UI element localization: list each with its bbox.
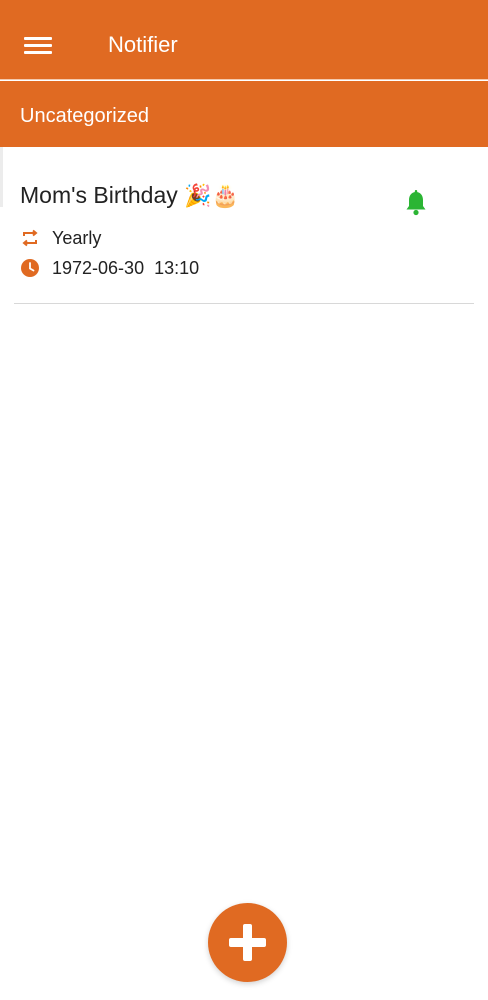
repeat-icon xyxy=(20,228,40,248)
hamburger-menu-icon[interactable] xyxy=(24,33,52,54)
reminder-repeat-text: Yearly xyxy=(52,228,102,248)
reminder-time-row: 1972-06-30 13:10 xyxy=(20,256,199,280)
app-toolbar: Notifier xyxy=(0,0,488,80)
app-screen: Notifier Uncategorized Mom's Birthday 🎉🎂… xyxy=(0,0,488,1000)
add-reminder-button[interactable] xyxy=(208,903,287,982)
category-title: Uncategorized xyxy=(20,105,149,127)
clock-icon xyxy=(20,258,40,278)
reminder-title-text: Mom's Birthday xyxy=(20,182,178,208)
bell-icon[interactable] xyxy=(404,190,428,216)
reminder-repeat-row: Yearly xyxy=(20,226,101,250)
reminder-title: Mom's Birthday 🎉🎂 xyxy=(20,180,239,212)
reminder-title-emojis: 🎉🎂 xyxy=(184,184,239,209)
reminder-datetime: 1972-06-30 13:10 xyxy=(52,258,200,278)
plus-icon xyxy=(229,924,266,961)
list-divider xyxy=(14,303,474,304)
app-title: Notifier xyxy=(108,32,178,57)
